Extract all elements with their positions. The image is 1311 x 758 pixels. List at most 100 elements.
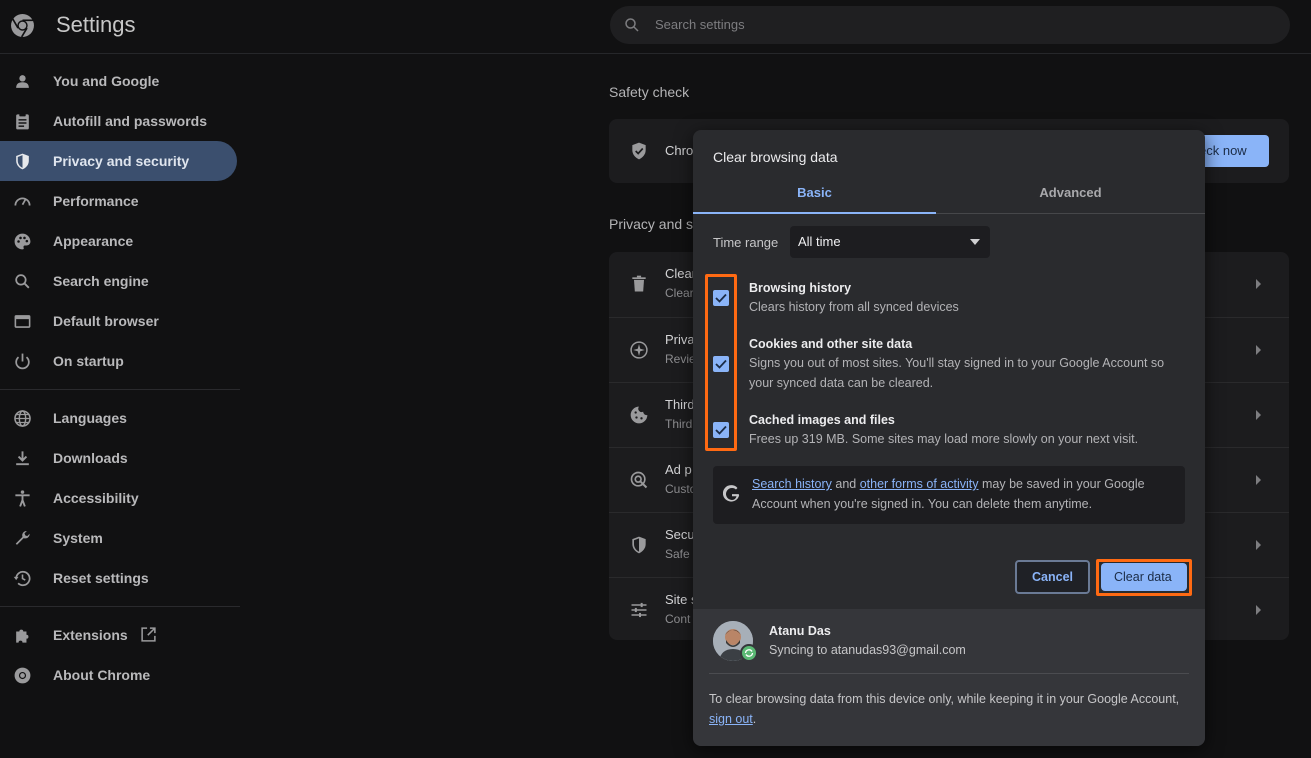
time-range-select[interactable]: All time — [790, 226, 990, 258]
search-input[interactable]: Search settings — [655, 17, 745, 32]
search-icon — [625, 18, 639, 32]
account-sync-status: Syncing to atanudas93@gmail.com — [769, 643, 966, 657]
sidebar-item-search-engine[interactable]: Search engine — [0, 261, 237, 301]
globe-icon — [14, 410, 31, 427]
footer-note-text: To clear browsing data from this device … — [709, 692, 1180, 706]
sidebar-item-system[interactable]: System — [0, 518, 237, 558]
sidebar-item-label: Appearance — [53, 233, 134, 249]
footer-note-end: . — [752, 712, 757, 726]
checkbox-cached-images[interactable] — [713, 422, 729, 438]
sidebar-item-label: Extensions — [53, 627, 128, 643]
search-icon — [15, 274, 30, 289]
ad-privacy-icon — [630, 471, 648, 489]
sidebar-item-default-browser[interactable]: Default browser — [0, 301, 237, 341]
sidebar-item-label: Reset settings — [53, 570, 149, 586]
sidebar-item-on-startup[interactable]: On startup — [0, 341, 237, 381]
palette-icon — [14, 233, 31, 250]
sidebar-item-languages[interactable]: Languages — [0, 398, 237, 438]
app-title: Settings — [56, 12, 136, 37]
safety-check-title: Safety check — [609, 84, 690, 100]
option-title: Cookies and other site data — [749, 337, 913, 351]
clear-data-label: Clear data — [1114, 570, 1172, 584]
option-description: Clears history from all synced devices — [749, 300, 959, 314]
time-range-value: All time — [798, 234, 841, 249]
sidebar-item-autofill[interactable]: Autofill and passwords — [0, 101, 237, 141]
clipboard-icon — [16, 113, 29, 130]
checkmark-icon — [715, 425, 727, 435]
chrome-icon — [14, 667, 31, 684]
dialog-footer: Atanu Das Syncing to atanudas93@gmail.co… — [693, 609, 1205, 746]
sidebar: You and Google Autofill and passwords Pr… — [0, 61, 240, 695]
check-now-label: eck now — [1199, 143, 1247, 158]
sidebar-item-appearance[interactable]: Appearance — [0, 221, 237, 261]
option-title: Cached images and files — [749, 413, 895, 427]
sidebar-item-about-chrome[interactable]: About Chrome — [0, 655, 237, 695]
sliders-icon — [631, 602, 647, 618]
dropdown-arrow-icon — [970, 239, 980, 245]
checkbox-cookies[interactable] — [713, 356, 729, 372]
sidebar-item-label: About Chrome — [53, 667, 151, 683]
chevron-right-icon — [1256, 475, 1261, 485]
browser-icon — [14, 315, 31, 328]
row-subtitle: Revie — [665, 352, 696, 366]
open-in-new-icon[interactable] — [140, 626, 157, 643]
sync-badge-icon — [740, 644, 758, 662]
sidebar-item-label: On startup — [53, 353, 124, 369]
sidebar-item-label: Performance — [53, 193, 139, 209]
sidebar-item-accessibility[interactable]: Accessibility — [0, 478, 237, 518]
row-title: Secu — [665, 527, 695, 542]
sidebar-item-extensions[interactable]: Extensions — [0, 615, 237, 655]
compass-icon — [630, 341, 648, 359]
dialog-title: Clear browsing data — [713, 149, 838, 165]
sidebar-item-label: You and Google — [53, 73, 160, 89]
checkmark-icon — [715, 359, 727, 369]
row-title: Priva — [665, 332, 695, 347]
person-icon — [16, 75, 29, 88]
top-bar: Settings Search settings — [0, 0, 1311, 54]
row-subtitle: Safe — [665, 547, 690, 561]
option-description: Signs you out of most sites. You'll stay… — [749, 356, 1165, 390]
history-icon — [13, 570, 31, 587]
sidebar-item-reset-settings[interactable]: Reset settings — [0, 558, 237, 598]
sidebar-item-label: Accessibility — [53, 490, 139, 506]
shield-icon — [16, 153, 29, 170]
row-subtitle: Clear — [665, 286, 694, 300]
shield-check-icon — [632, 142, 646, 160]
sidebar-item-label: Downloads — [53, 450, 128, 466]
sidebar-item-label: System — [53, 530, 103, 546]
search-bar[interactable]: Search settings — [610, 6, 1290, 44]
notice-connector: and — [831, 477, 860, 491]
tab-advanced[interactable]: Advanced — [949, 175, 1192, 214]
sidebar-divider — [0, 606, 240, 607]
sign-out-link[interactable]: sign out — [709, 712, 753, 726]
other-activity-link[interactable]: other forms of activity — [860, 477, 979, 491]
cancel-button[interactable]: Cancel — [1015, 560, 1090, 594]
sidebar-item-performance[interactable]: Performance — [0, 181, 237, 221]
wrench-icon — [15, 530, 30, 545]
tab-basic[interactable]: Basic — [693, 175, 936, 214]
sidebar-item-label: Default browser — [53, 313, 159, 329]
google-g-icon — [723, 485, 740, 502]
checkbox-browsing-history[interactable] — [713, 290, 729, 306]
search-history-link[interactable]: Search history — [752, 477, 832, 491]
sidebar-item-you-and-google[interactable]: You and Google — [0, 61, 237, 101]
speedometer-icon — [14, 197, 31, 206]
puzzle-icon — [16, 629, 29, 643]
trash-icon — [632, 275, 646, 292]
cancel-label: Cancel — [1032, 570, 1073, 584]
row-subtitle: Third — [665, 417, 693, 431]
accessibility-icon — [15, 490, 30, 507]
row-title: Third — [665, 397, 695, 412]
privacy-section-title: Privacy and s — [609, 216, 694, 232]
dialog-tabs: Basic Advanced — [693, 175, 1205, 214]
notice-text: Search history and other forms of activi… — [752, 474, 1172, 514]
row-subtitle: Custo — [665, 482, 697, 496]
security-shield-icon — [632, 536, 646, 554]
sidebar-item-downloads[interactable]: Downloads — [0, 438, 237, 478]
sidebar-divider — [0, 389, 240, 390]
download-icon — [16, 451, 29, 466]
sidebar-item-privacy-and-security[interactable]: Privacy and security — [0, 141, 237, 181]
time-range-label: Time range — [713, 235, 779, 250]
clear-data-button[interactable]: Clear data — [1101, 563, 1187, 591]
chevron-right-icon — [1256, 279, 1261, 289]
